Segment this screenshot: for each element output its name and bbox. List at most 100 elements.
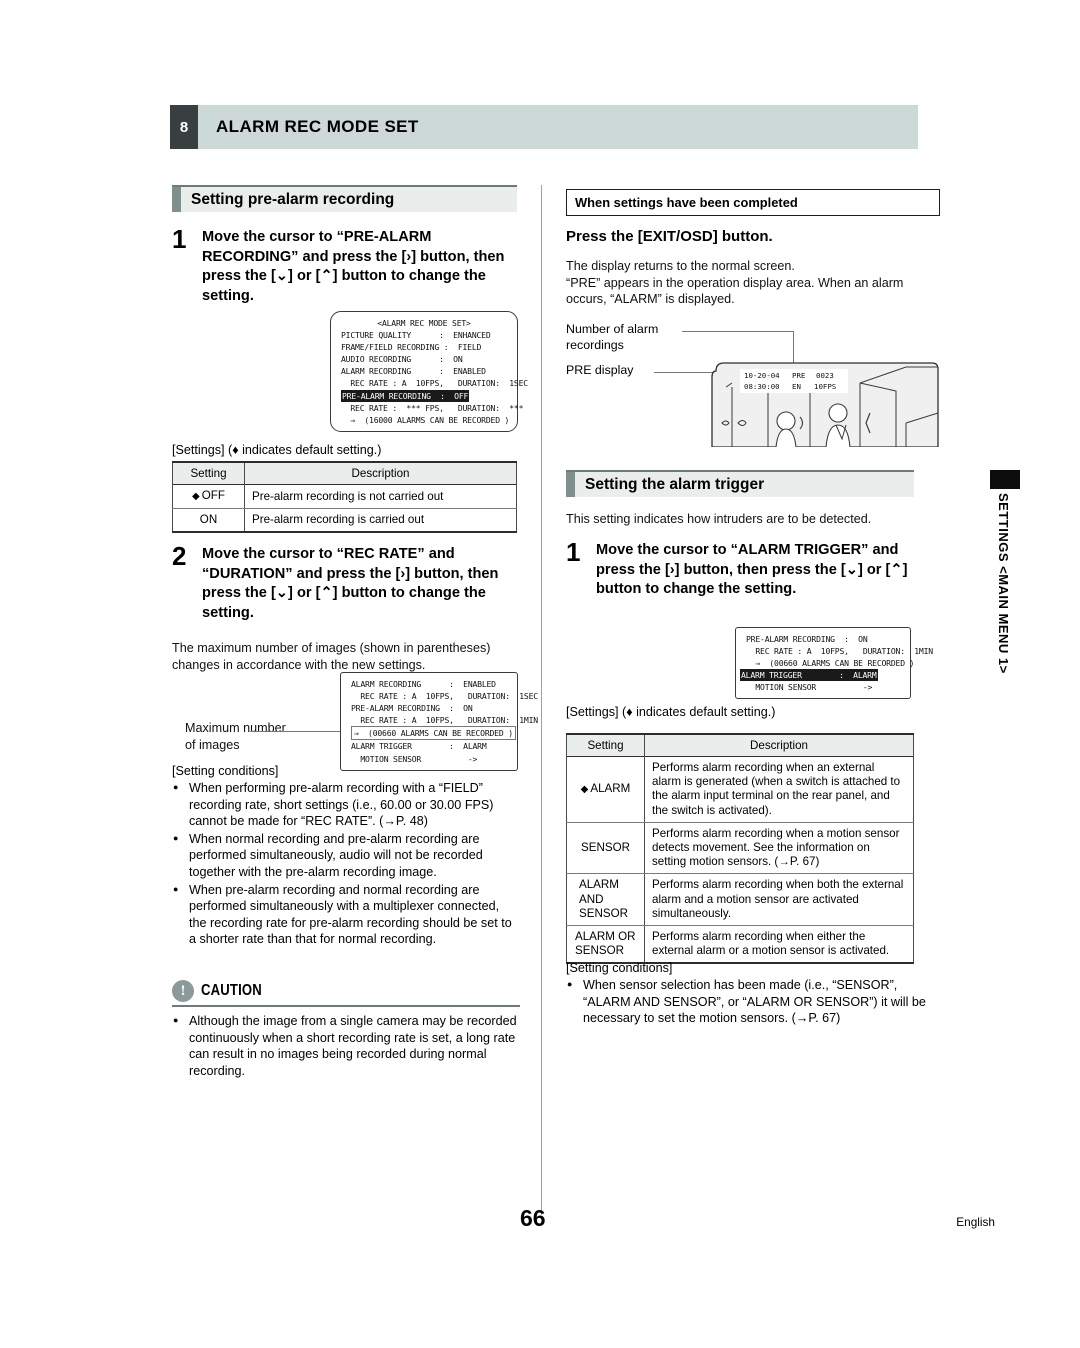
osd1-row: ALARM RECORDING : ENABLED — [341, 366, 486, 377]
osd2-boxed-text: ⇒ (00660 ALARMS CAN BE RECORDED ) — [351, 726, 516, 741]
table-row: ALARM AND SENSOR Performs alarm recordin… — [566, 873, 914, 927]
osd2-boxed-row: ⇒ (00660 ALARMS CAN BE RECORDED ) — [341, 726, 517, 741]
setting-description: Performs alarm recording when both the e… — [644, 873, 914, 927]
osd-en-flag: EN — [792, 382, 801, 391]
table-header-row: Setting Description — [172, 462, 517, 485]
osd3-row: REC RATE : A 10FPS, DURATION: 1MIN — [746, 646, 933, 657]
setting-value: ◆ OFF — [172, 484, 245, 510]
list-item: When sensor selection has been made (i.e… — [566, 976, 934, 1027]
language-label: English — [956, 1215, 995, 1229]
list-item: When pre-alarm recording and normal reco… — [172, 881, 520, 948]
setting-description: Performs alarm recording when either the… — [644, 925, 914, 965]
table-row: ON Pre-alarm recording is carried out — [172, 508, 517, 534]
left-step-2-number: 2 — [172, 541, 187, 571]
osd-date: 10-20-04 — [744, 371, 780, 380]
osd-time: 08:30:00 — [744, 382, 780, 391]
osd-screen-max-images: ALARM RECORDING : ENABLED REC RATE : A 1… — [340, 672, 538, 771]
right-conditions-list: When sensor selection has been made (i.e… — [566, 976, 934, 1027]
osd3-highlight-text: ALARM TRIGGER : ALARM — [740, 669, 878, 682]
osd2-row: REC RATE : A 10FPS, DURATION: 1SEC — [351, 691, 538, 702]
osd2-row: REC RATE : A 10FPS, DURATION: 1MIN — [351, 715, 538, 726]
osd1-row: PICTURE QUALITY : ENHANCED — [341, 330, 491, 341]
list-item: When normal recording and pre-alarm reco… — [172, 830, 520, 881]
osd-pre-flag: PRE — [792, 371, 805, 380]
alarm-count-label: Number of alarm recordings — [566, 322, 659, 352]
left-conditions-list: When performing pre-alarm recording with… — [172, 779, 520, 948]
side-tab-label: SETTINGS <MAIN MENU 1> — [996, 493, 1011, 674]
table-header-row: Setting Description — [566, 734, 914, 757]
caution-list-wrap: Although the image from a single camera … — [172, 1012, 520, 1079]
manual-page: 8 ALARM REC MODE SET Setting pre-alarm r… — [0, 0, 1080, 1348]
osd1-highlight-text: PRE-ALARM RECORDING : OFF — [341, 389, 470, 402]
setting-value: ALARM OR SENSOR — [566, 925, 645, 965]
setting-value: ALARM AND SENSOR — [566, 873, 645, 927]
alarm-count-leader — [682, 331, 794, 332]
section-title-pre-alarm: Setting pre-alarm recording — [191, 190, 395, 208]
setting-value: SENSOR — [566, 822, 645, 875]
table-row: SENSOR Performs alarm recording when a m… — [566, 822, 914, 875]
section-header-alarm-trigger: Setting the alarm trigger — [566, 470, 914, 497]
left-setting-conditions: [Setting conditions] When performing pre… — [172, 763, 520, 949]
col-description: Description — [244, 462, 517, 485]
side-tab: SETTINGS <MAIN MENU 1> — [990, 470, 1020, 674]
chapter-header: 8 ALARM REC MODE SET — [170, 105, 918, 149]
pre-display-illustration: Number of alarm recordings PRE display 1… — [566, 320, 940, 460]
osd1-highlighted-row: PRE-ALARM RECORDING : OFF — [331, 389, 517, 402]
left-step-2: 2 Move the cursor to “REC RATE” and “DUR… — [172, 541, 517, 623]
osd2-row: ALARM RECORDING : ENABLED — [351, 679, 496, 689]
section-title-alarm-trigger: Setting the alarm trigger — [585, 475, 765, 493]
page-number: 66 — [520, 1205, 546, 1231]
osd3-row: PRE-ALARM RECORDING : ON — [746, 634, 868, 644]
section-tick — [172, 187, 181, 212]
max-images-label: Maximum number of images — [185, 721, 286, 752]
default-diamond-icon: ◆ — [192, 491, 200, 502]
completed-heading-box: When settings have been completed — [566, 189, 940, 216]
section-header-pre-alarm: Setting pre-alarm recording — [172, 185, 517, 212]
osd1-row: AUDIO RECORDING : ON — [341, 354, 463, 365]
alarm-trigger-settings-table: Setting Description ◆ ALARM Performs alar… — [566, 733, 914, 965]
list-item: When performing pre-alarm recording with… — [172, 779, 520, 830]
table-row: ◆ OFF Pre-alarm recording is not carried … — [172, 484, 517, 510]
osd3-row: ⇒ (00660 ALARMS CAN BE RECORDED ) — [746, 658, 915, 669]
left-conditions-label: [Setting conditions] — [172, 764, 279, 778]
caution-list: Although the image from a single camera … — [172, 1012, 520, 1079]
osd-fps: 10FPS — [814, 382, 836, 391]
setting-description: Pre-alarm recording is not carried out — [244, 484, 517, 510]
setting-description: Performs alarm recording when an externa… — [644, 756, 914, 823]
caution-box: ! CAUTION Although the image from a sing… — [172, 980, 520, 1080]
chapter-number: 8 — [170, 105, 198, 149]
monitor-illustration-svg: 10-20-04 PRE 0023 08:30:00 EN 10FPS — [711, 362, 939, 447]
default-diamond-icon: ◆ — [580, 783, 589, 795]
caution-header: ! CAUTION — [172, 980, 520, 1007]
column-divider — [541, 185, 542, 1215]
max-images-leader-line — [250, 731, 345, 732]
left-settings-caption: [Settings] (♦ indicates default setting.… — [172, 443, 382, 457]
osd2-row: PRE-ALARM RECORDING : ON — [351, 703, 473, 714]
right-step-1: 1 Move the cursor to “ALARM TRIGGER” and… — [566, 539, 921, 600]
completed-body-text: The display returns to the normal screen… — [566, 259, 904, 306]
press-exit-osd-heading: Press the [EXIT/OSD] button. — [566, 228, 773, 245]
side-tab-marker — [990, 470, 1020, 489]
caution-title: CAUTION — [201, 982, 262, 999]
right-step-1-text: Move the cursor to “ALARM TRIGGER” and p… — [596, 542, 908, 597]
setting-value: ON — [172, 508, 245, 534]
osd-screen-alarm-rec-mode: <ALARM REC MODE SET> PICTURE QUALITY : E… — [330, 311, 528, 432]
osd1-row: REC RATE : A 10FPS, DURATION: 1SEC — [341, 378, 528, 389]
right-settings-caption: [Settings] (♦ indicates default setting.… — [566, 705, 776, 719]
exclamation-icon: ! — [172, 980, 194, 1002]
left-step-2-text: Move the cursor to “REC RATE” and “DURAT… — [202, 546, 499, 621]
right-conditions-label: [Setting conditions] — [566, 961, 673, 975]
left-step-1-text: Move the cursor to “PRE-ALARM RECORDING”… — [202, 229, 505, 304]
col-description: Description — [644, 734, 914, 757]
osd1-row: REC RATE : *** FPS, DURATION: *** — [341, 402, 524, 413]
osd2-row: ALARM TRIGGER : ALARM — [351, 741, 487, 752]
osd3-row: MOTION SENSOR -> — [746, 682, 873, 693]
pre-alarm-settings-table: Setting Description ◆ OFF Pre-alarm recor… — [172, 461, 517, 534]
alarm-trigger-intro: This setting indicates how intruders are… — [566, 512, 872, 526]
left-step-2-note: The maximum number of images (shown in p… — [172, 641, 491, 672]
col-setting: Setting — [172, 462, 245, 485]
section-tick — [566, 472, 575, 497]
setting-value: ◆ ALARM — [566, 756, 645, 823]
osd1-title: <ALARM REC MODE SET> — [377, 318, 471, 328]
osd-screen-alarm-trigger: PRE-ALARM RECORDING : ON REC RATE : A 10… — [735, 627, 933, 700]
